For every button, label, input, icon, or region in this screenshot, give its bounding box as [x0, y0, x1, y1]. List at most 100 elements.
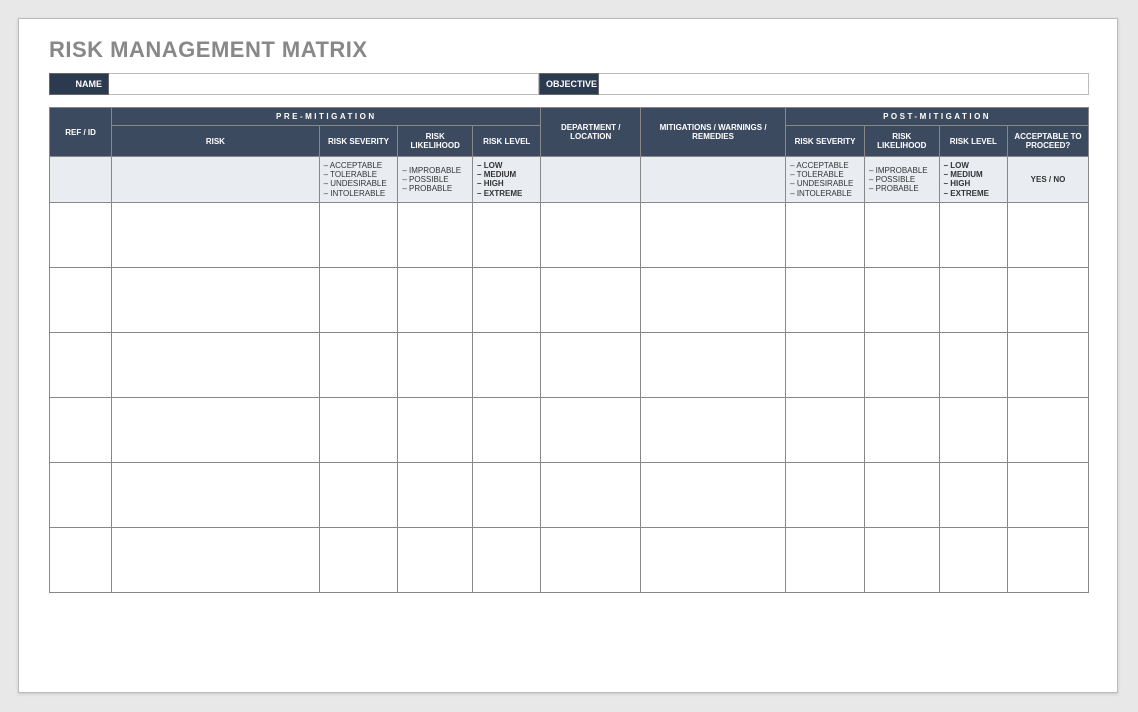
risk-matrix-table: REF / ID PRE-MITIGATION DEPARTMENT / LOC…: [49, 107, 1089, 593]
opt-dept-blank: [541, 157, 641, 203]
cell-risk[interactable]: [112, 527, 319, 592]
col-post-level: RISK LEVEL: [939, 126, 1007, 157]
col-level: RISK LEVEL: [473, 126, 541, 157]
cell-plvl[interactable]: [939, 527, 1007, 592]
cell-sev[interactable]: [319, 267, 398, 332]
cell-ref[interactable]: [50, 267, 112, 332]
cell-lvl[interactable]: [473, 462, 541, 527]
cell-acc[interactable]: [1008, 267, 1089, 332]
cell-sev[interactable]: [319, 332, 398, 397]
table-row: [50, 462, 1089, 527]
cell-plik[interactable]: [864, 527, 939, 592]
opt-mit-blank: [640, 157, 785, 203]
cell-mit[interactable]: [640, 202, 785, 267]
cell-plvl[interactable]: [939, 202, 1007, 267]
cell-plik[interactable]: [864, 332, 939, 397]
cell-lvl[interactable]: [473, 527, 541, 592]
cell-lvl[interactable]: [473, 397, 541, 462]
opt-ref-blank: [50, 157, 112, 203]
cell-dept[interactable]: [541, 267, 641, 332]
opt-severity: – ACCEPTABLE – TOLERABLE – UNDESIRABLE –…: [319, 157, 398, 203]
cell-acc[interactable]: [1008, 462, 1089, 527]
table-row: [50, 527, 1089, 592]
cell-ref[interactable]: [50, 462, 112, 527]
cell-ref[interactable]: [50, 202, 112, 267]
cell-ref[interactable]: [50, 332, 112, 397]
col-likelihood: RISK LIKELIHOOD: [398, 126, 473, 157]
opt-post-severity: – ACCEPTABLE – TOLERABLE – UNDESIRABLE –…: [786, 157, 865, 203]
col-severity: RISK SEVERITY: [319, 126, 398, 157]
cell-psev[interactable]: [786, 462, 865, 527]
cell-lik[interactable]: [398, 202, 473, 267]
cell-lik[interactable]: [398, 332, 473, 397]
cell-ref[interactable]: [50, 527, 112, 592]
document-page: RISK MANAGEMENT MATRIX NAME OBJECTIVE RE…: [18, 18, 1118, 693]
cell-risk[interactable]: [112, 202, 319, 267]
objective-field[interactable]: [599, 73, 1089, 95]
cell-acc[interactable]: [1008, 397, 1089, 462]
cell-lvl[interactable]: [473, 332, 541, 397]
table-row: [50, 202, 1089, 267]
cell-risk[interactable]: [112, 462, 319, 527]
table-row: [50, 332, 1089, 397]
cell-plvl[interactable]: [939, 267, 1007, 332]
cell-mit[interactable]: [640, 267, 785, 332]
cell-sev[interactable]: [319, 397, 398, 462]
options-row: – ACCEPTABLE – TOLERABLE – UNDESIRABLE –…: [50, 157, 1089, 203]
col-mitigations: MITIGATIONS / WARNINGS / REMEDIES: [640, 108, 785, 157]
cell-mit[interactable]: [640, 332, 785, 397]
col-group-pre: PRE-MITIGATION: [112, 108, 541, 126]
table-body: [50, 202, 1089, 592]
cell-plik[interactable]: [864, 397, 939, 462]
cell-plvl[interactable]: [939, 397, 1007, 462]
cell-sev[interactable]: [319, 527, 398, 592]
cell-psev[interactable]: [786, 267, 865, 332]
cell-psev[interactable]: [786, 202, 865, 267]
cell-dept[interactable]: [541, 202, 641, 267]
cell-mit[interactable]: [640, 527, 785, 592]
info-bar: NAME OBJECTIVE: [49, 73, 1089, 95]
cell-plik[interactable]: [864, 462, 939, 527]
cell-psev[interactable]: [786, 527, 865, 592]
cell-dept[interactable]: [541, 462, 641, 527]
cell-acc[interactable]: [1008, 527, 1089, 592]
cell-lik[interactable]: [398, 527, 473, 592]
opt-level: – LOW – MEDIUM – HIGH – EXTREME: [473, 157, 541, 203]
cell-psev[interactable]: [786, 397, 865, 462]
cell-ref[interactable]: [50, 397, 112, 462]
cell-acc[interactable]: [1008, 332, 1089, 397]
col-post-likelihood: RISK LIKELIHOOD: [864, 126, 939, 157]
cell-dept[interactable]: [541, 527, 641, 592]
cell-dept[interactable]: [541, 332, 641, 397]
col-post-severity: RISK SEVERITY: [786, 126, 865, 157]
cell-plik[interactable]: [864, 202, 939, 267]
cell-plvl[interactable]: [939, 462, 1007, 527]
cell-mit[interactable]: [640, 397, 785, 462]
cell-sev[interactable]: [319, 202, 398, 267]
cell-psev[interactable]: [786, 332, 865, 397]
cell-lik[interactable]: [398, 267, 473, 332]
opt-risk-blank: [112, 157, 319, 203]
cell-plvl[interactable]: [939, 332, 1007, 397]
cell-lvl[interactable]: [473, 267, 541, 332]
col-dept: DEPARTMENT / LOCATION: [541, 108, 641, 157]
cell-risk[interactable]: [112, 332, 319, 397]
cell-risk[interactable]: [112, 397, 319, 462]
cell-sev[interactable]: [319, 462, 398, 527]
cell-acc[interactable]: [1008, 202, 1089, 267]
cell-mit[interactable]: [640, 462, 785, 527]
cell-lvl[interactable]: [473, 202, 541, 267]
name-label: NAME: [49, 73, 109, 95]
cell-plik[interactable]: [864, 267, 939, 332]
col-acceptable: ACCEPTABLE TO PROCEED?: [1008, 126, 1089, 157]
cell-lik[interactable]: [398, 397, 473, 462]
opt-acceptable: YES / NO: [1008, 157, 1089, 203]
table-row: [50, 397, 1089, 462]
objective-label: OBJECTIVE: [539, 73, 599, 95]
table-header: REF / ID PRE-MITIGATION DEPARTMENT / LOC…: [50, 108, 1089, 203]
cell-risk[interactable]: [112, 267, 319, 332]
cell-dept[interactable]: [541, 397, 641, 462]
cell-lik[interactable]: [398, 462, 473, 527]
name-field[interactable]: [109, 73, 539, 95]
col-ref: REF / ID: [50, 108, 112, 157]
